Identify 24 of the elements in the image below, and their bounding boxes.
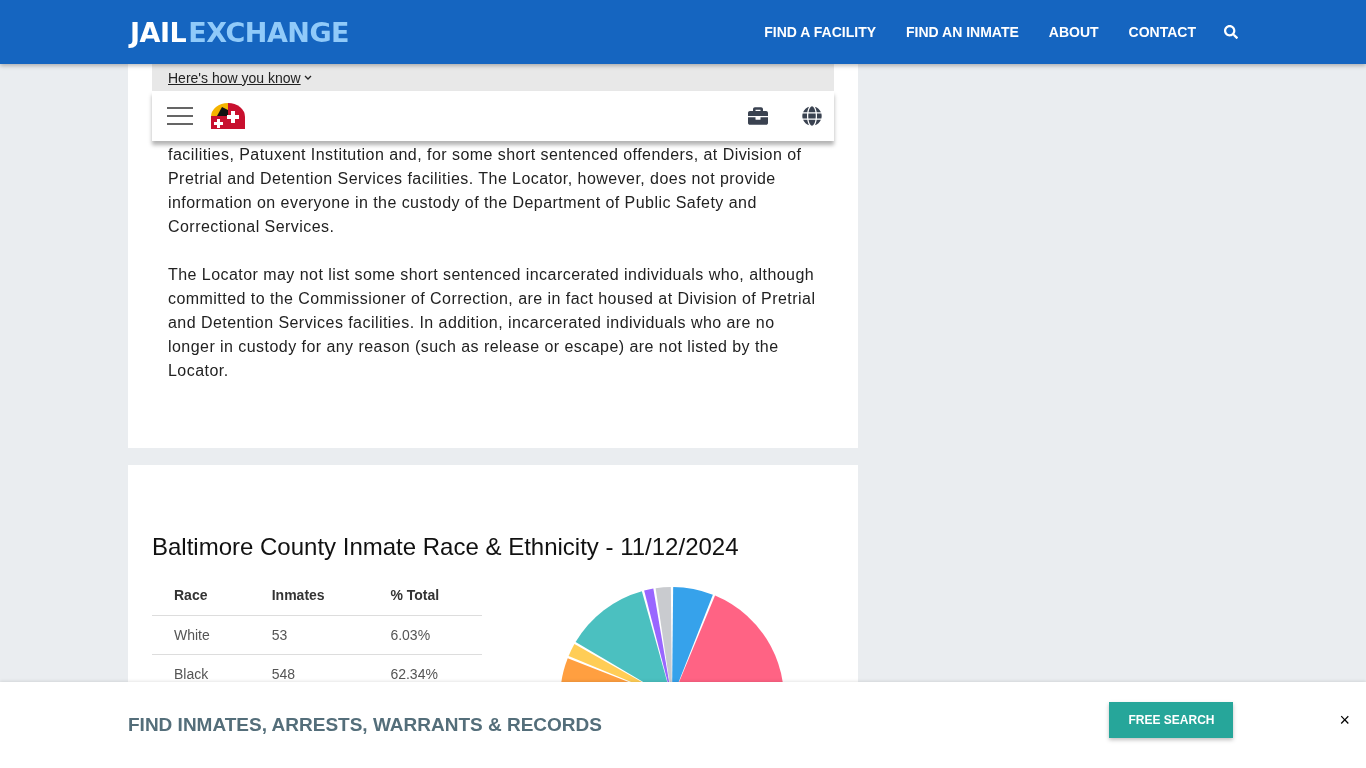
site-logo[interactable]: JAILEXCHANGE <box>130 16 349 48</box>
banner-text: FIND INMATES, ARRESTS, WARRANTS & RECORDS <box>128 714 602 736</box>
flag-icon <box>209 103 247 129</box>
nav-link[interactable]: FIND A FACILITY <box>764 24 877 40</box>
column-header: Inmates <box>249 575 369 616</box>
free-search-button[interactable]: FREE SEARCH <box>1109 702 1234 738</box>
section-title: Baltimore County Inmate Race & Ethnicity - 11/12/2024 <box>152 533 740 561</box>
globe-icon[interactable] <box>802 106 822 126</box>
nav-link[interactable]: FIND AN INMATE <box>906 24 1019 40</box>
briefcase-icon[interactable] <box>748 106 768 126</box>
paragraph: The Locator may not list some short sentenced incarcerated individuals who, although committed to the Commissioner of Correction, are in fact housed at Division of Pretrial and Detention Services facilities. In addition, incarcerated individuals who are no longer in custody for any reason (such as release or escape) are not listed by the Locator. <box>168 265 817 381</box>
how-you-know-link[interactable]: Here's how you know <box>168 69 312 86</box>
nav-link[interactable]: ABOUT <box>1048 24 1099 40</box>
column-header: Race <box>152 575 250 616</box>
search-icon[interactable] <box>1224 25 1238 39</box>
menu-icon[interactable] <box>167 107 193 125</box>
nav-link[interactable]: CONTACT <box>1128 24 1196 40</box>
chevron-icon <box>303 74 312 81</box>
column-header: % Total <box>368 575 482 616</box>
table-cell: White <box>152 615 250 655</box>
close-button[interactable]: × <box>1339 709 1350 731</box>
paragraph: facilities, Patuxent Institution and, for some short sentenced offenders, at Division of Pretrial and Detention Services facilities. The Locator, however, does not provide information on everyone in the custody of the Department of Public Safety and Correctional Services. <box>168 145 803 237</box>
table-cell: 6.03% <box>368 615 482 655</box>
table-cell: 53 <box>249 615 369 655</box>
